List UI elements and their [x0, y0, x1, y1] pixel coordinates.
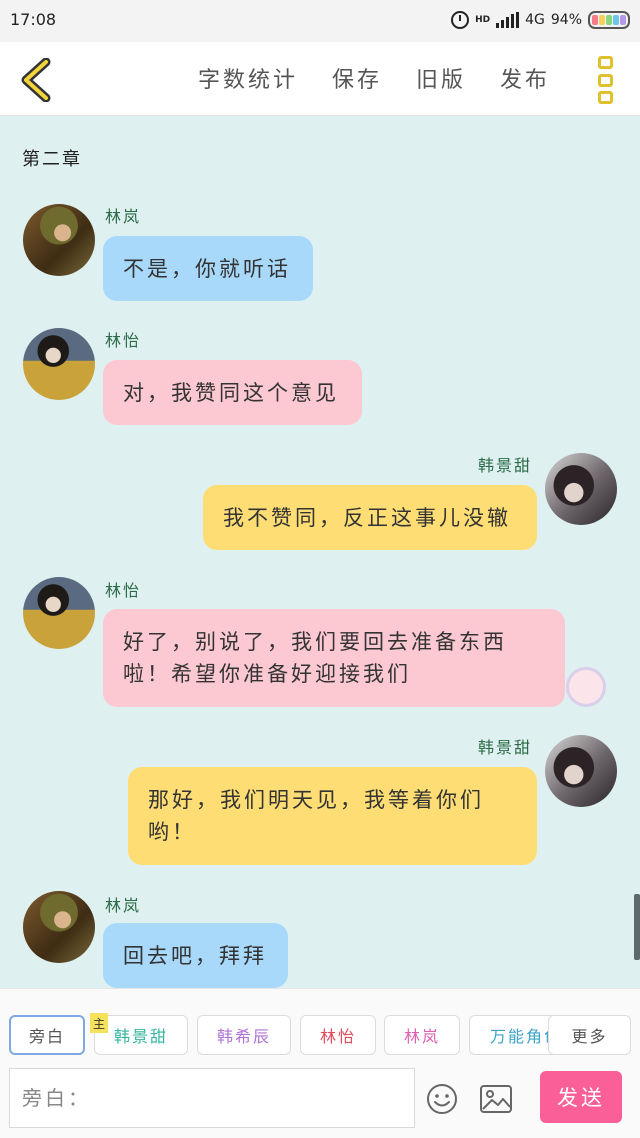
old-version-button[interactable]: 旧版 [416, 62, 466, 94]
chapter-title: 第二章 [22, 149, 82, 170]
avatar-lin-lan[interactable] [23, 891, 95, 963]
editor-header: 字数统计 保存 旧版 发布 [0, 42, 640, 116]
speaker-name: 韩景甜 [478, 456, 533, 475]
header-actions: 字数统计 保存 旧版 发布 [198, 62, 550, 94]
role-chip-lin-yi[interactable]: 林怡 [300, 1015, 376, 1055]
speaker-name: 韩景甜 [478, 738, 533, 757]
avatar-lin-yi[interactable] [23, 577, 95, 649]
role-label: 韩希辰 [216, 1027, 271, 1046]
role-chip-narration[interactable]: 旁白 [9, 1015, 85, 1055]
avatar-han-jingtian[interactable] [545, 735, 617, 807]
speaker-name: 林岚 [105, 896, 142, 915]
status-bar: 17:08 HD 4G 94% [0, 0, 640, 42]
more-roles-button[interactable]: 更多 [548, 1015, 631, 1055]
send-button[interactable]: 发送 [540, 1071, 622, 1123]
more-menu-icon[interactable] [598, 56, 614, 104]
chat-area[interactable]: 第二章 林岚 不是，你就听话 林怡 对，我赞同这个意见 韩景甜 我不赞同，反正这… [0, 117, 640, 988]
speaker-name: 林怡 [105, 331, 142, 350]
message-bubble[interactable]: 我不赞同，反正这事儿没辙 [203, 485, 537, 550]
avatar-lin-yi[interactable] [23, 328, 95, 400]
bottom-editor: 旁白 韩景甜 主 韩希辰 林怡 林岚 万能角色 更多 发送 [0, 988, 640, 1138]
role-chip-han-jingtian[interactable]: 韩景甜 [94, 1015, 188, 1055]
word-count-button[interactable]: 字数统计 [198, 62, 298, 94]
speaker-name: 林怡 [105, 581, 142, 600]
role-chip-han-xichen[interactable]: 韩希辰 [197, 1015, 291, 1055]
role-chip-universal[interactable]: 万能角色 [469, 1015, 559, 1055]
speaker-name: 林岚 [105, 207, 142, 226]
image-icon[interactable] [479, 1084, 513, 1114]
battery-icon [588, 11, 630, 29]
main-role-tag: 主 [90, 1013, 108, 1033]
battery-percent: 94% [550, 12, 582, 28]
hd-label: HD [475, 14, 491, 25]
publish-button[interactable]: 发布 [500, 62, 550, 94]
emoji-icon[interactable] [426, 1083, 458, 1115]
more-label: 更多 [571, 1027, 608, 1046]
floating-assist-button[interactable] [566, 667, 606, 707]
message-bubble[interactable]: 好了，别说了，我们要回去准备东西啦！希望你准备好迎接我们 [103, 609, 565, 707]
message-bubble[interactable]: 不是，你就听话 [103, 236, 313, 301]
dialogue-input[interactable] [9, 1068, 415, 1128]
role-label: 林岚 [403, 1027, 440, 1046]
avatar-han-jingtian[interactable] [545, 453, 617, 525]
back-arrow-icon[interactable] [18, 58, 58, 102]
alarm-icon [451, 11, 470, 29]
role-label: 韩景甜 [113, 1027, 168, 1046]
status-time: 17:08 [10, 10, 57, 29]
role-chip-lin-lan[interactable]: 林岚 [384, 1015, 460, 1055]
save-button[interactable]: 保存 [332, 62, 382, 94]
status-indicators: HD 4G 94% [451, 9, 630, 31]
message-bubble[interactable]: 那好，我们明天见，我等着你们哟！ [128, 767, 537, 865]
message-bubble[interactable]: 对，我赞同这个意见 [103, 360, 362, 425]
avatar-lin-lan[interactable] [23, 204, 95, 276]
signal-icon [496, 12, 520, 28]
role-label: 林怡 [319, 1027, 356, 1046]
message-bubble[interactable]: 回去吧，拜拜 [103, 923, 288, 988]
role-label: 旁白 [28, 1027, 65, 1046]
network-type: 4G [525, 12, 545, 28]
chat-scrollbar[interactable] [634, 894, 640, 960]
